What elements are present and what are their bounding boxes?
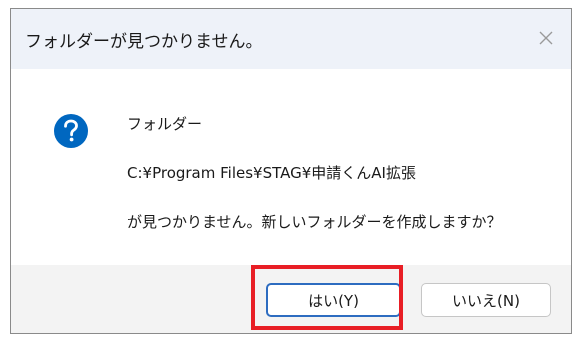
dialog-footer: はい(Y) いいえ(N) bbox=[11, 265, 571, 333]
title-bar: フォルダーが見つかりません。 bbox=[11, 9, 571, 69]
no-button[interactable]: いいえ(N) bbox=[421, 283, 551, 317]
close-button[interactable] bbox=[533, 25, 559, 51]
message-line-path: C:¥Program Files¥STAG¥申請くんAI拡張 bbox=[127, 164, 416, 182]
close-icon bbox=[539, 31, 553, 45]
dialog-body: フォルダー C:¥Program Files¥STAG¥申請くんAI拡張 が見つ… bbox=[11, 69, 571, 265]
message-dialog: フォルダーが見つかりません。 フォルダー C:¥Program Files¥ST… bbox=[10, 8, 572, 334]
message-line-question: が見つかりません。新しいフォルダーを作成しますか？ bbox=[127, 213, 502, 231]
screenshot-stage: フォルダーが見つかりません。 フォルダー C:¥Program Files¥ST… bbox=[0, 0, 578, 340]
yes-button[interactable]: はい(Y) bbox=[266, 283, 401, 317]
question-icon bbox=[54, 114, 88, 148]
message-line-label: フォルダー bbox=[127, 115, 203, 133]
dialog-title: フォルダーが見つかりません。 bbox=[25, 32, 263, 52]
